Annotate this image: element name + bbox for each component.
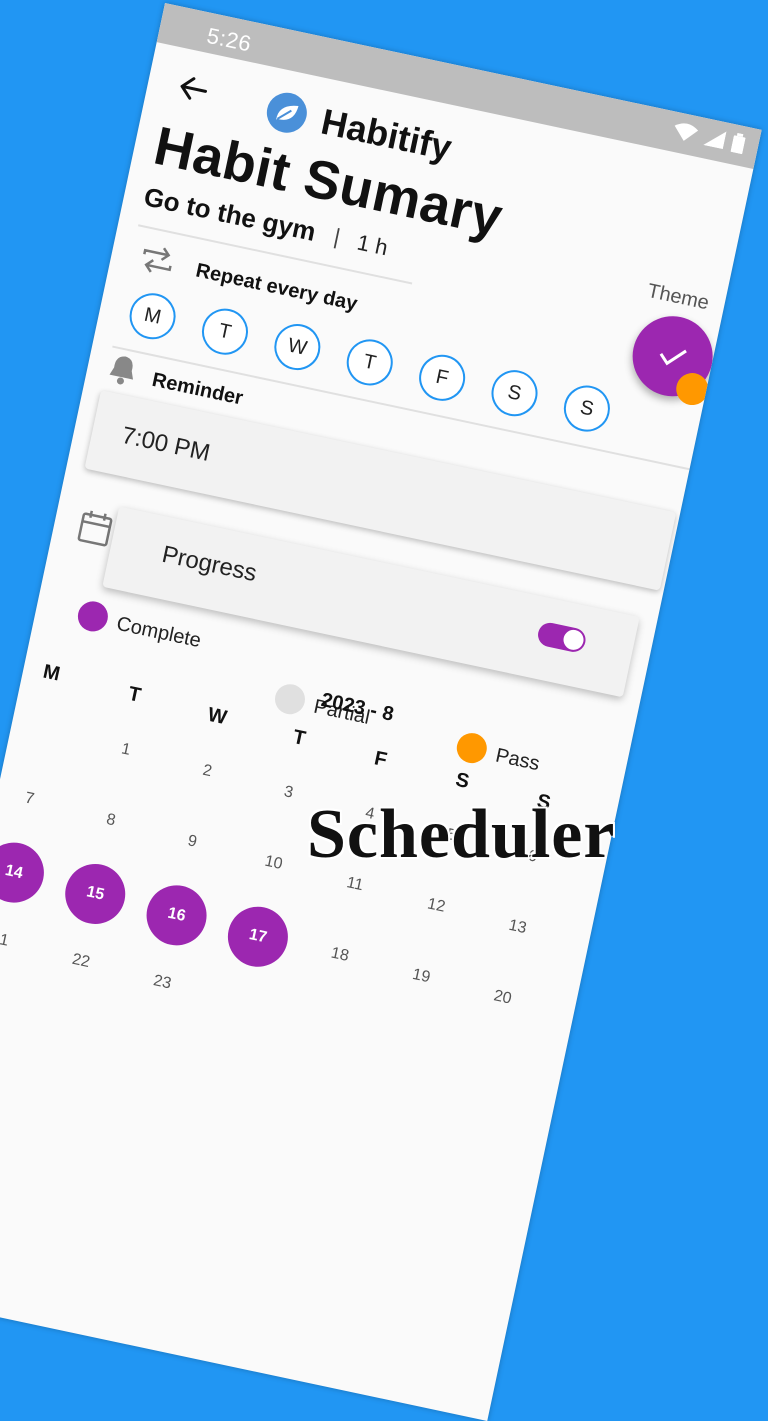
calendar-day[interactable]: 23	[146, 971, 179, 995]
calendar-day[interactable]: 9	[176, 830, 209, 854]
calendar-day[interactable]: 21	[0, 928, 16, 952]
status-time: 5:26	[204, 22, 254, 57]
theme-label: Theme	[645, 279, 711, 315]
back-button[interactable]	[172, 68, 219, 115]
weekday-monday: M	[41, 660, 62, 686]
day-saturday[interactable]: S	[487, 365, 542, 421]
app-logo	[263, 89, 311, 137]
calendar-day-complete[interactable]: 15	[59, 858, 131, 930]
calendar-day[interactable]: 7	[13, 787, 46, 811]
calendar-day[interactable]: 8	[94, 809, 127, 833]
habit-duration: 1 h	[354, 229, 391, 261]
weekday-tuesday: T	[126, 682, 143, 707]
wifi-icon	[672, 121, 699, 144]
day-sunday[interactable]: S	[559, 381, 615, 436]
repeat-icon	[136, 242, 178, 284]
calendar-icon	[74, 507, 116, 554]
complete-legend-label: Complete	[114, 612, 203, 653]
status-icons	[672, 120, 747, 155]
weekday-wednesday: W	[205, 703, 229, 730]
calendar-day[interactable]: 3	[272, 781, 305, 805]
pass-legend-label: Pass	[493, 744, 542, 776]
calendar-day[interactable]: 2	[191, 760, 224, 784]
day-thursday[interactable]: T	[342, 335, 398, 390]
calendar-day[interactable]: 19	[405, 965, 438, 989]
calendar-day-complete[interactable]: 17	[222, 901, 294, 973]
toggle-knob	[561, 627, 586, 652]
signal-icon	[703, 127, 727, 150]
day-monday[interactable]: M	[125, 288, 180, 344]
partial-legend-dot	[272, 681, 308, 717]
day-friday[interactable]: F	[414, 350, 470, 406]
calendar-day[interactable]: 11	[338, 873, 371, 897]
progress-toggle[interactable]	[535, 620, 588, 655]
calendar-day-complete[interactable]: 16	[140, 879, 213, 951]
calendar-day-complete[interactable]: 14	[0, 837, 50, 909]
bell-icon	[104, 350, 141, 394]
weekday-friday: F	[372, 747, 389, 772]
calendar-day[interactable]: 10	[257, 851, 290, 875]
calendar-day[interactable]: 1	[109, 738, 142, 762]
calendar-day[interactable]: 12	[420, 894, 453, 918]
weekday-saturday: S	[453, 768, 472, 793]
calendar-day[interactable]: 18	[323, 943, 356, 967]
arrow-left-icon	[172, 77, 211, 114]
battery-icon	[730, 132, 746, 155]
pass-legend-dot	[454, 730, 490, 766]
day-wednesday[interactable]: W	[270, 319, 325, 375]
calendar-day[interactable]: 20	[486, 986, 519, 1010]
calendar-day[interactable]: 13	[501, 916, 534, 940]
progress-label: Progress	[159, 540, 260, 588]
phone-screen: 5:26 Habitify Habit Sumary Go to the gym…	[0, 3, 762, 1421]
day-tuesday[interactable]: T	[197, 304, 253, 359]
complete-legend-dot	[75, 598, 111, 635]
calendar-day[interactable]: 22	[64, 950, 97, 974]
reminder-time: 7:00 PM	[119, 421, 213, 467]
scheduler-watermark: Scheduler	[307, 796, 616, 873]
habit-separator: |	[331, 223, 343, 250]
weekday-thursday: T	[290, 725, 308, 750]
